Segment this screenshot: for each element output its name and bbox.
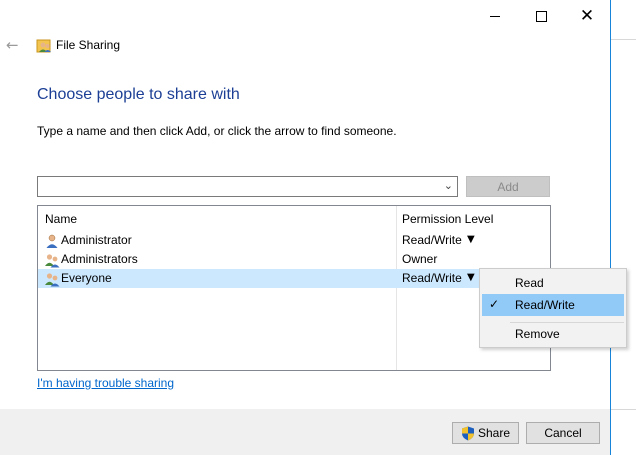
file-sharing-app-icon: [36, 39, 51, 53]
chevron-down-icon[interactable]: ⌄: [444, 179, 453, 192]
table-row[interactable]: Administrator Read/Write ▼: [38, 231, 550, 250]
sharing-list: Name Permission Level Administrator Read…: [37, 205, 551, 371]
page-heading: Choose people to share with: [37, 86, 240, 103]
column-header-permission[interactable]: Permission Level: [402, 212, 493, 226]
menu-item-read-write[interactable]: ✓ Read/Write: [482, 294, 624, 316]
minimize-button[interactable]: [472, 0, 518, 32]
table-row[interactable]: Administrators Owner: [38, 250, 550, 269]
menu-item-label: Remove: [515, 327, 560, 341]
window-title: File Sharing: [56, 38, 121, 52]
checkmark-icon: ✓: [489, 297, 500, 311]
menu-item-read[interactable]: Read: [482, 272, 624, 294]
close-icon: ✕: [579, 5, 595, 26]
user-icon: [46, 234, 58, 248]
row-permission: Owner: [402, 252, 438, 266]
background-window-strip: [611, 0, 636, 455]
title-bar: ✕: [0, 0, 610, 32]
group-icon: [45, 273, 60, 287]
table-row-selected[interactable]: Everyone Read/Write ▼: [38, 269, 550, 288]
add-button[interactable]: Add: [466, 176, 550, 197]
dialog-footer: Share Cancel: [0, 409, 610, 455]
trouble-sharing-link[interactable]: I'm having trouble sharing: [37, 376, 174, 390]
share-button-label: Share: [477, 426, 511, 440]
row-permission[interactable]: Read/Write: [402, 271, 462, 285]
back-arrow-icon[interactable]: ←: [6, 36, 19, 54]
row-name: Administrator: [61, 233, 132, 247]
file-sharing-window: ✕ ← File Sharing Choose people to share …: [0, 0, 611, 455]
dropdown-caret-icon[interactable]: ▼: [467, 234, 475, 245]
permission-context-menu: Read ✓ Read/Write Remove: [479, 268, 627, 348]
row-permission[interactable]: Read/Write: [402, 233, 462, 247]
uac-shield-icon: [461, 426, 474, 440]
row-name: Administrators: [61, 252, 138, 266]
row-name: Everyone: [61, 271, 112, 285]
cancel-button[interactable]: Cancel: [526, 422, 600, 444]
menu-item-remove[interactable]: Remove: [482, 323, 624, 345]
maximize-button[interactable]: [518, 0, 564, 32]
divider: [611, 409, 636, 410]
close-button[interactable]: ✕: [564, 0, 610, 32]
divider: [611, 39, 636, 40]
name-combobox[interactable]: ⌄: [37, 176, 458, 197]
dropdown-caret-icon[interactable]: ▼: [467, 272, 475, 283]
menu-item-label: Read/Write: [515, 298, 575, 312]
instruction-text: Type a name and then click Add, or click…: [37, 124, 397, 138]
share-button[interactable]: Share: [452, 422, 519, 444]
maximize-icon: [535, 10, 547, 22]
menu-item-label: Read: [515, 276, 544, 290]
column-header-name[interactable]: Name: [45, 212, 77, 226]
minimize-icon: [490, 15, 500, 17]
group-icon: [45, 254, 60, 268]
